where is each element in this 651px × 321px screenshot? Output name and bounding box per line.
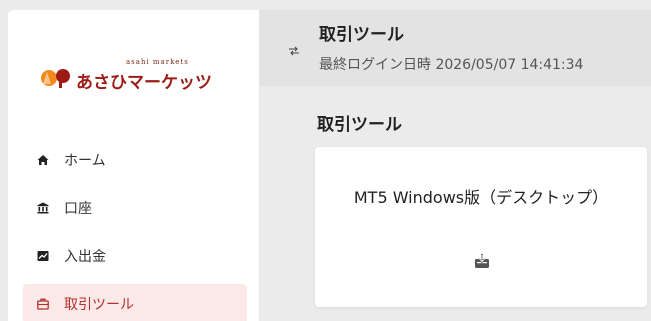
sidebar-item-account[interactable]: 口座 [23, 188, 247, 228]
page-title: 取引ツール [319, 25, 404, 45]
briefcase-icon [36, 297, 50, 311]
sidebar: asahi markets あさひマーケッツ ホーム 口座 入出金 取引ツール [8, 10, 260, 321]
header-bar: 取引ツール 最終ログイン日時 2026/05/07 14:41:34 [260, 10, 651, 86]
home-icon [36, 153, 50, 167]
section-title: 取引ツール [317, 115, 402, 135]
brand-small-text: asahi markets [126, 58, 189, 66]
tool-card-title: MT5 Windows版（デスクトップ） [353, 188, 609, 207]
chart-icon [36, 249, 50, 263]
tool-card-mt5-windows[interactable]: MT5 Windows版（デスクトップ） [315, 147, 647, 307]
sidebar-item-label: ホーム [64, 153, 106, 169]
download-icon[interactable] [474, 253, 490, 269]
sidebar-nav: ホーム 口座 入出金 取引ツール [23, 140, 247, 321]
logo-mark-icon [41, 69, 70, 88]
sidebar-item-label: 取引ツール [64, 297, 134, 313]
brand-name: あさひマーケッツ [76, 73, 212, 93]
sidebar-item-label: 入出金 [64, 249, 106, 265]
sidebar-item-label: 口座 [64, 201, 92, 217]
sidebar-item-home[interactable]: ホーム [23, 140, 247, 180]
brand-logo[interactable]: asahi markets あさひマーケッツ [38, 58, 248, 98]
sidebar-item-trading-tools[interactable]: 取引ツール [23, 284, 247, 321]
sidebar-item-deposit-withdrawal[interactable]: 入出金 [23, 236, 247, 276]
bank-icon [36, 201, 50, 215]
last-login-text: 最終ログイン日時 2026/05/07 14:41:34 [319, 57, 584, 73]
swap-arrows-icon[interactable] [288, 42, 300, 56]
